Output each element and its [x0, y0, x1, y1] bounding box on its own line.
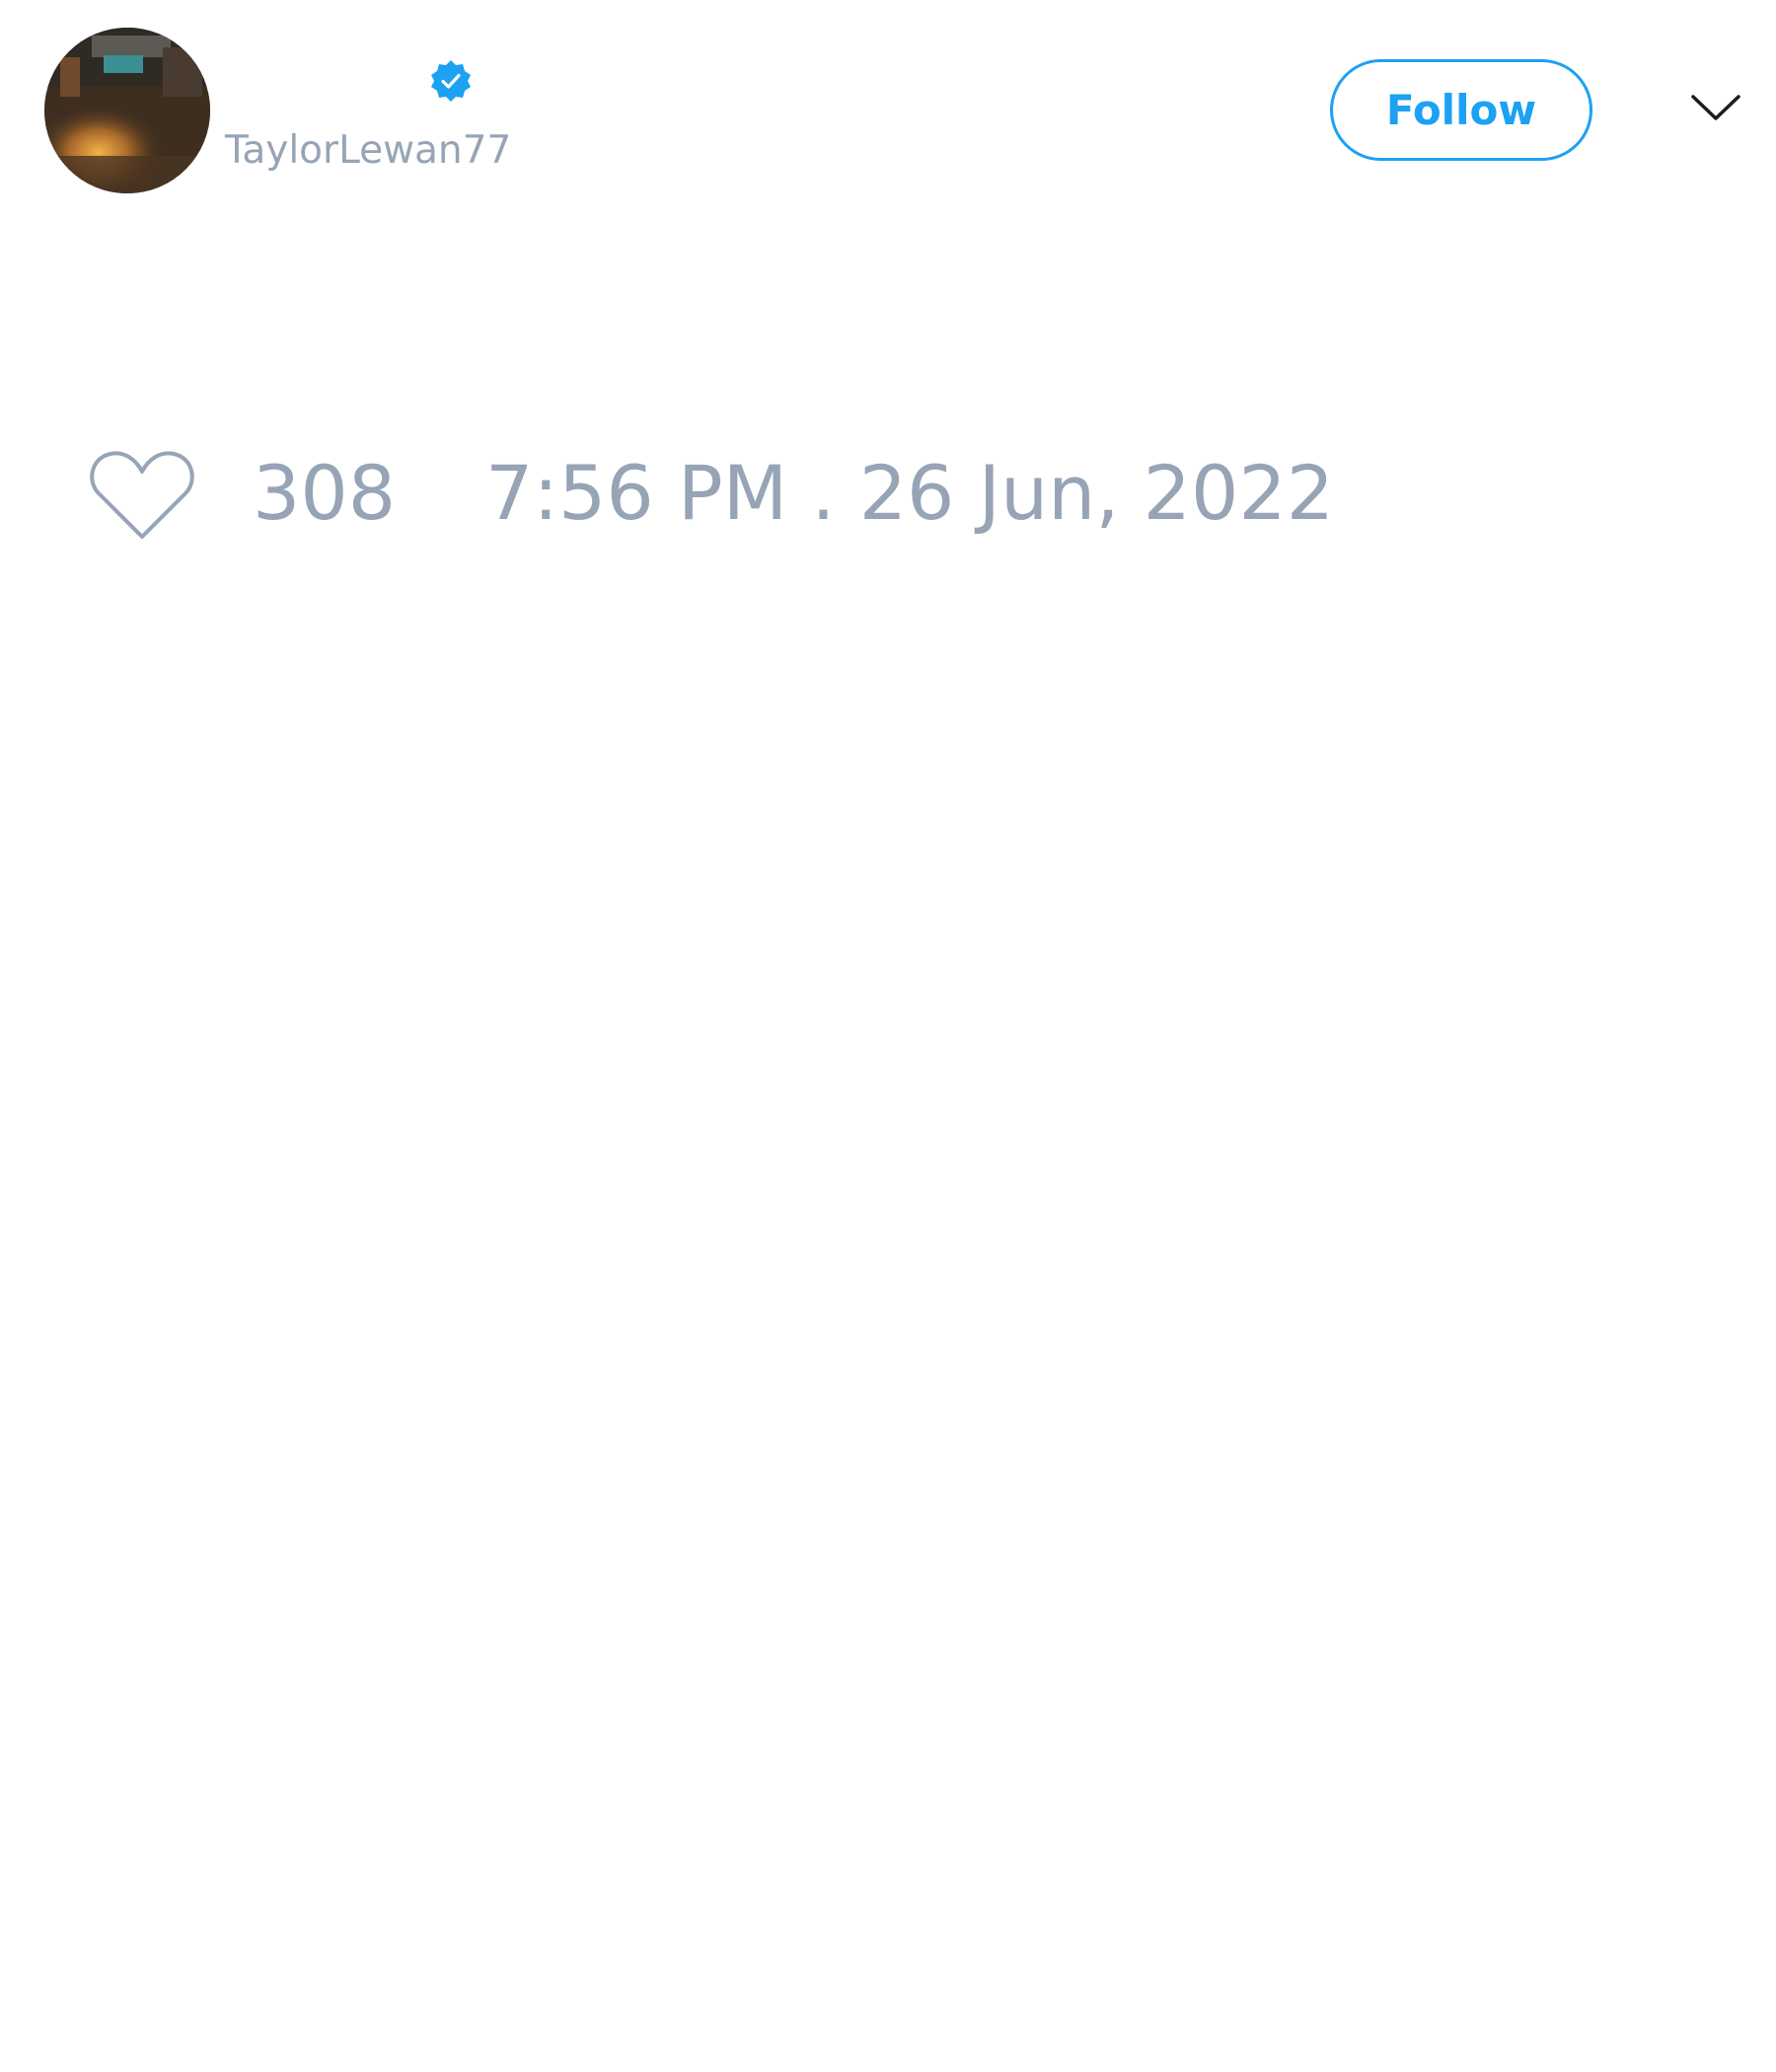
avatar-photo [44, 28, 210, 193]
like-count: 308 [253, 449, 397, 537]
heart-outline-icon[interactable] [89, 446, 195, 543]
chevron-down-icon[interactable] [1689, 89, 1742, 128]
verified-badge-icon [428, 58, 474, 104]
tweet-timestamp[interactable]: 7:56 PM . 26 Jun, 2022 [485, 449, 1334, 538]
follow-button[interactable]: Follow [1330, 59, 1592, 161]
author-handle[interactable]: TaylorLewan77 [225, 126, 511, 176]
tweet-card: TaylorLewan77 Follow 308 7:56 PM . 26 Ju… [0, 0, 1776, 2072]
avatar[interactable] [44, 28, 210, 193]
